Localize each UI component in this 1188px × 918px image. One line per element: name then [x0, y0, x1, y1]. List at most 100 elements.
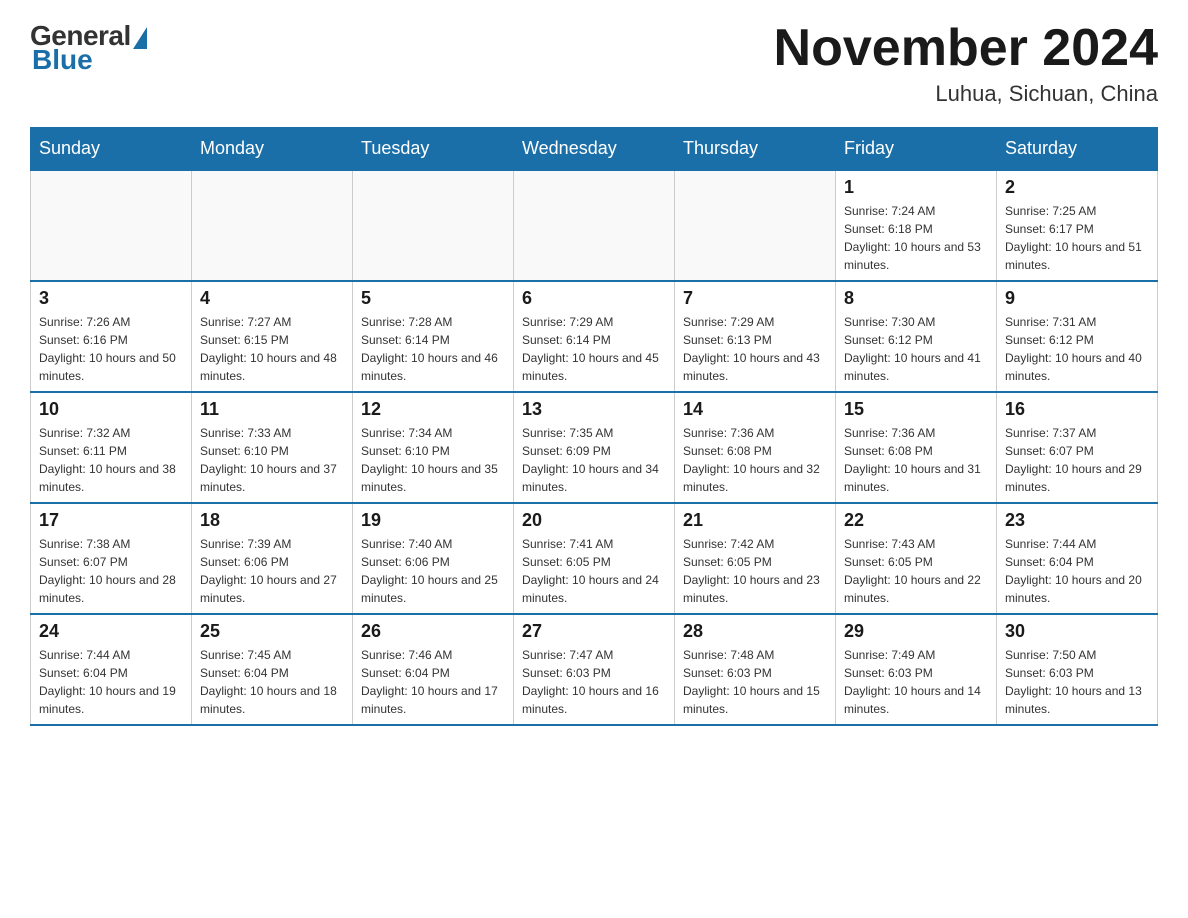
day-number: 15 [844, 399, 988, 420]
calendar-cell [192, 170, 353, 281]
day-number: 29 [844, 621, 988, 642]
day-number: 30 [1005, 621, 1149, 642]
calendar-cell: 23 Sunrise: 7:44 AMSunset: 6:04 PMDayligh… [997, 503, 1158, 614]
day-info: Sunrise: 7:40 AMSunset: 6:06 PMDaylight:… [361, 535, 505, 607]
weekday-monday: Monday [192, 128, 353, 171]
calendar-cell: 25Sunrise: 7:45 AMSunset: 6:04 PMDayligh… [192, 614, 353, 725]
month-title: November 2024 [774, 20, 1158, 77]
calendar-cell: 14Sunrise: 7:36 AMSunset: 6:08 PMDayligh… [675, 392, 836, 503]
weekday-friday: Friday [836, 128, 997, 171]
calendar-cell: 27 Sunrise: 7:47 AMSunset: 6:03 PMDayligh… [514, 614, 675, 725]
weekday-thursday: Thursday [675, 128, 836, 171]
day-number: 2 [1005, 177, 1149, 198]
day-number: 8 [844, 288, 988, 309]
day-info: Sunrise: 7:33 AMSunset: 6:10 PMDaylight:… [200, 424, 344, 496]
day-number: 14 [683, 399, 827, 420]
calendar-cell: 12 Sunrise: 7:34 AMSunset: 6:10 PMDayligh… [353, 392, 514, 503]
day-info: Sunrise: 7:39 AMSunset: 6:06 PMDaylight:… [200, 535, 344, 607]
day-info: Sunrise: 7:44 AMSunset: 6:04 PMDaylight:… [39, 646, 183, 718]
day-number: 11 [200, 399, 344, 420]
day-number: 12 [361, 399, 505, 420]
day-info: Sunrise: 7:42 AMSunset: 6:05 PMDaylight:… [683, 535, 827, 607]
day-number: 5 [361, 288, 505, 309]
day-info: Sunrise: 7:29 AMSunset: 6:14 PMDaylight:… [522, 313, 666, 385]
day-info: Sunrise: 7:35 AMSunset: 6:09 PMDaylight:… [522, 424, 666, 496]
calendar-table: SundayMondayTuesdayWednesdayThursdayFrid… [30, 127, 1158, 726]
calendar-cell: 18 Sunrise: 7:39 AMSunset: 6:06 PMDayligh… [192, 503, 353, 614]
calendar-header: SundayMondayTuesdayWednesdayThursdayFrid… [31, 128, 1158, 171]
day-info: Sunrise: 7:32 AMSunset: 6:11 PMDaylight:… [39, 424, 183, 496]
day-number: 10 [39, 399, 183, 420]
day-number: 9 [1005, 288, 1149, 309]
weekday-saturday: Saturday [997, 128, 1158, 171]
day-info: Sunrise: 7:46 AMSunset: 6:04 PMDaylight:… [361, 646, 505, 718]
day-info: Sunrise: 7:44 AMSunset: 6:04 PMDaylight:… [1005, 535, 1149, 607]
weekday-tuesday: Tuesday [353, 128, 514, 171]
day-number: 17 [39, 510, 183, 531]
logo-triangle-icon [133, 27, 147, 49]
day-number: 24 [39, 621, 183, 642]
day-number: 3 [39, 288, 183, 309]
calendar-cell [514, 170, 675, 281]
location: Luhua, Sichuan, China [774, 81, 1158, 107]
calendar-cell: 4 Sunrise: 7:27 AMSunset: 6:15 PMDaylight… [192, 281, 353, 392]
calendar-body: 1Sunrise: 7:24 AMSunset: 6:18 PMDaylight… [31, 170, 1158, 725]
day-number: 27 [522, 621, 666, 642]
day-info: Sunrise: 7:49 AMSunset: 6:03 PMDaylight:… [844, 646, 988, 718]
day-info: Sunrise: 7:43 AMSunset: 6:05 PMDaylight:… [844, 535, 988, 607]
calendar-cell: 10 Sunrise: 7:32 AMSunset: 6:11 PMDayligh… [31, 392, 192, 503]
weekday-header-row: SundayMondayTuesdayWednesdayThursdayFrid… [31, 128, 1158, 171]
calendar-cell: 19Sunrise: 7:40 AMSunset: 6:06 PMDayligh… [353, 503, 514, 614]
day-number: 20 [522, 510, 666, 531]
logo: General Blue [30, 20, 147, 76]
day-info: Sunrise: 7:29 AMSunset: 6:13 PMDaylight:… [683, 313, 827, 385]
day-info: Sunrise: 7:26 AMSunset: 6:16 PMDaylight:… [39, 313, 183, 385]
calendar-cell: 1Sunrise: 7:24 AMSunset: 6:18 PMDaylight… [836, 170, 997, 281]
day-info: Sunrise: 7:38 AMSunset: 6:07 PMDaylight:… [39, 535, 183, 607]
calendar-cell: 29 Sunrise: 7:49 AMSunset: 6:03 PMDayligh… [836, 614, 997, 725]
day-number: 4 [200, 288, 344, 309]
calendar-cell: 9 Sunrise: 7:31 AMSunset: 6:12 PMDaylight… [997, 281, 1158, 392]
page-header: General Blue November 2024 Luhua, Sichua… [30, 20, 1158, 107]
day-number: 16 [1005, 399, 1149, 420]
day-info: Sunrise: 7:24 AMSunset: 6:18 PMDaylight:… [844, 202, 988, 274]
day-info: Sunrise: 7:50 AMSunset: 6:03 PMDaylight:… [1005, 646, 1149, 718]
day-info: Sunrise: 7:37 AMSunset: 6:07 PMDaylight:… [1005, 424, 1149, 496]
weekday-wednesday: Wednesday [514, 128, 675, 171]
day-number: 18 [200, 510, 344, 531]
day-info: Sunrise: 7:41 AMSunset: 6:05 PMDaylight:… [522, 535, 666, 607]
day-number: 28 [683, 621, 827, 642]
day-number: 21 [683, 510, 827, 531]
day-number: 26 [361, 621, 505, 642]
calendar-cell: 2 Sunrise: 7:25 AMSunset: 6:17 PMDaylight… [997, 170, 1158, 281]
calendar-cell: 16 Sunrise: 7:37 AMSunset: 6:07 PMDayligh… [997, 392, 1158, 503]
calendar-cell: 28Sunrise: 7:48 AMSunset: 6:03 PMDayligh… [675, 614, 836, 725]
calendar-cell [675, 170, 836, 281]
calendar-cell: 8 Sunrise: 7:30 AMSunset: 6:12 PMDaylight… [836, 281, 997, 392]
day-number: 13 [522, 399, 666, 420]
calendar-cell: 13 Sunrise: 7:35 AMSunset: 6:09 PMDayligh… [514, 392, 675, 503]
calendar-week-2: 3 Sunrise: 7:26 AMSunset: 6:16 PMDaylight… [31, 281, 1158, 392]
calendar-week-4: 17 Sunrise: 7:38 AMSunset: 6:07 PMDayligh… [31, 503, 1158, 614]
day-number: 23 [1005, 510, 1149, 531]
day-info: Sunrise: 7:31 AMSunset: 6:12 PMDaylight:… [1005, 313, 1149, 385]
title-section: November 2024 Luhua, Sichuan, China [774, 20, 1158, 107]
day-info: Sunrise: 7:47 AMSunset: 6:03 PMDaylight:… [522, 646, 666, 718]
calendar-cell: 7 Sunrise: 7:29 AMSunset: 6:13 PMDaylight… [675, 281, 836, 392]
day-info: Sunrise: 7:36 AMSunset: 6:08 PMDaylight:… [844, 424, 988, 496]
day-info: Sunrise: 7:28 AMSunset: 6:14 PMDaylight:… [361, 313, 505, 385]
day-number: 7 [683, 288, 827, 309]
calendar-week-3: 10 Sunrise: 7:32 AMSunset: 6:11 PMDayligh… [31, 392, 1158, 503]
day-info: Sunrise: 7:30 AMSunset: 6:12 PMDaylight:… [844, 313, 988, 385]
day-number: 25 [200, 621, 344, 642]
day-info: Sunrise: 7:27 AMSunset: 6:15 PMDaylight:… [200, 313, 344, 385]
calendar-cell: 22Sunrise: 7:43 AMSunset: 6:05 PMDayligh… [836, 503, 997, 614]
day-info: Sunrise: 7:34 AMSunset: 6:10 PMDaylight:… [361, 424, 505, 496]
calendar-week-5: 24 Sunrise: 7:44 AMSunset: 6:04 PMDayligh… [31, 614, 1158, 725]
calendar-cell: 5 Sunrise: 7:28 AMSunset: 6:14 PMDaylight… [353, 281, 514, 392]
logo-blue-text: Blue [32, 44, 93, 76]
calendar-cell: 3 Sunrise: 7:26 AMSunset: 6:16 PMDaylight… [31, 281, 192, 392]
day-info: Sunrise: 7:25 AMSunset: 6:17 PMDaylight:… [1005, 202, 1149, 274]
calendar-cell: 6Sunrise: 7:29 AMSunset: 6:14 PMDaylight… [514, 281, 675, 392]
calendar-cell: 21 Sunrise: 7:42 AMSunset: 6:05 PMDayligh… [675, 503, 836, 614]
